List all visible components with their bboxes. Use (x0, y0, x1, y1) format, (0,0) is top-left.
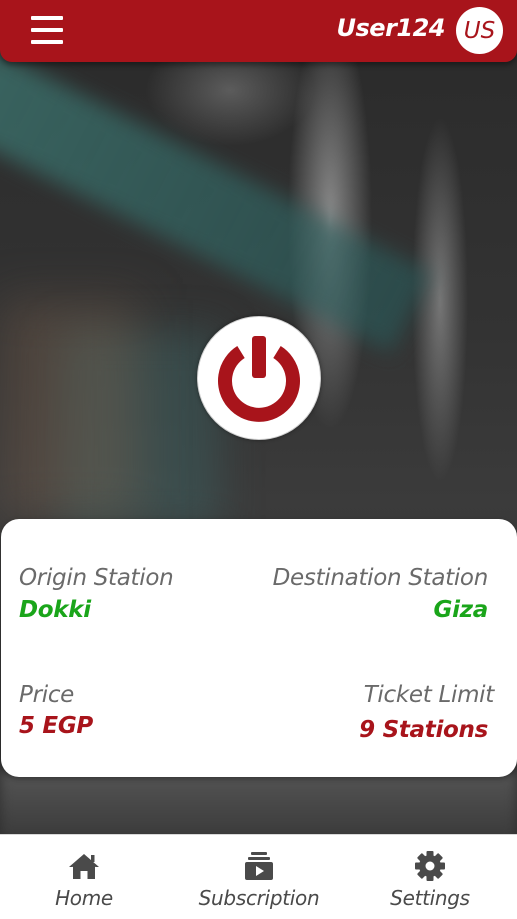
bottom-navigation: Home Subscription Settings (0, 834, 517, 919)
price-label: Price (19, 682, 75, 708)
power-icon (218, 336, 300, 422)
destination-station-value: Giza (433, 597, 489, 623)
app-header: User124 US (0, 0, 517, 62)
nav-label-settings: Settings (390, 886, 470, 910)
ticket-limit-value: 9 Stations (359, 717, 488, 743)
avatar[interactable]: US (456, 7, 503, 54)
home-icon (69, 854, 99, 879)
subscription-icon (245, 852, 273, 880)
nav-label-subscription: Subscription (198, 886, 320, 910)
avatar-initials: US (463, 17, 496, 44)
destination-station-label: Destination Station (272, 565, 489, 591)
trip-info-card: Origin Station Dokki Destination Station… (1, 519, 517, 777)
ticket-limit-label: Ticket Limit (363, 682, 495, 708)
origin-station-label: Origin Station (19, 565, 174, 591)
origin-station-value: Dokki (19, 597, 91, 623)
username: User124 (336, 14, 446, 42)
hamburger-menu-icon[interactable] (31, 16, 63, 44)
nav-item-home[interactable]: Home (34, 835, 134, 919)
nav-item-subscription[interactable]: Subscription (194, 835, 324, 919)
power-button[interactable] (197, 316, 321, 440)
nav-item-settings[interactable]: Settings (380, 835, 480, 919)
price-value: 5 EGP (19, 713, 93, 739)
nav-label-home: Home (55, 886, 113, 910)
gear-icon (415, 851, 445, 881)
